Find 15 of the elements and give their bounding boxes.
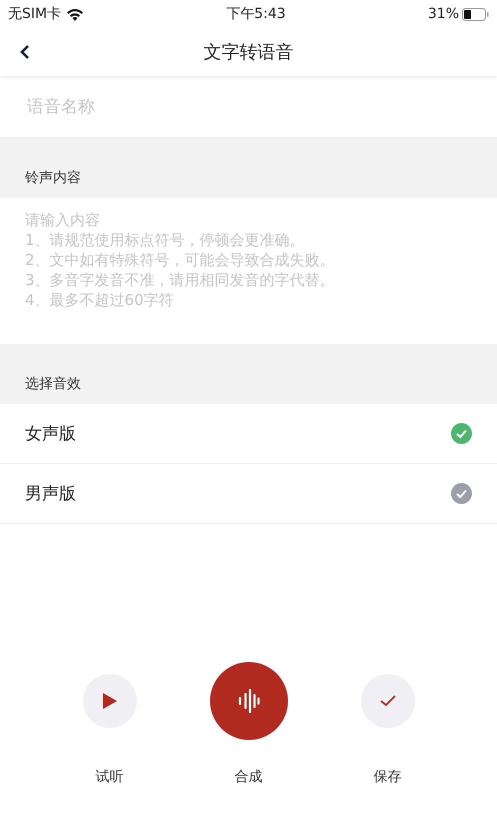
wifi-icon	[66, 8, 84, 20]
action-label: 试听	[96, 768, 124, 786]
check-icon	[380, 695, 396, 707]
page-title: 文字转语音	[204, 41, 294, 64]
action-label: 保存	[374, 768, 402, 786]
battery-icon	[462, 8, 489, 20]
action-label: 合成	[234, 768, 262, 786]
section-title: 选择音效	[25, 375, 81, 393]
back-icon	[20, 44, 30, 60]
clock-text: 下午5:43	[226, 5, 286, 23]
battery-percent: 31%	[428, 6, 459, 22]
carrier-text: 无SIM卡	[8, 5, 62, 23]
play-icon	[102, 693, 116, 709]
sound-wave-icon	[236, 689, 260, 713]
section-title: 铃声内容	[25, 169, 81, 187]
